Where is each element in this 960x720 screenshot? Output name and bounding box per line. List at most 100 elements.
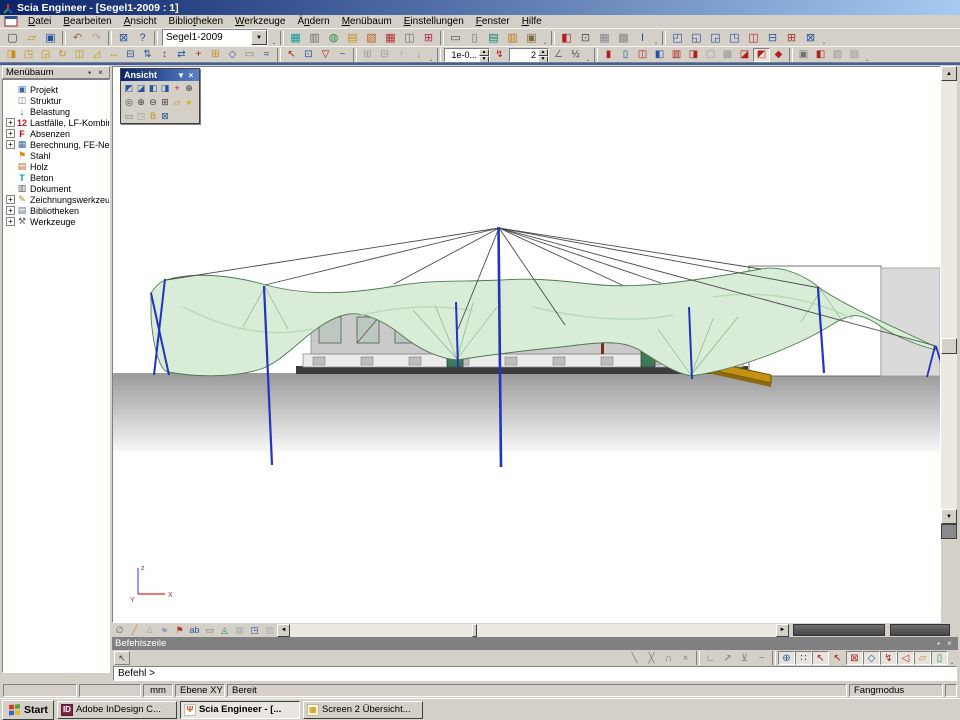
- snap-node-icon[interactable]: ↖: [829, 651, 846, 665]
- window-close-all-icon[interactable]: ⊠: [801, 30, 820, 46]
- redo-icon[interactable]: ↷: [87, 30, 106, 46]
- start-button[interactable]: Start: [2, 700, 54, 720]
- polyline-edit-icon[interactable]: ◇: [224, 48, 241, 62]
- copy-properties-icon[interactable]: ⊞: [359, 48, 376, 62]
- scale-spinner[interactable]: 1e-0... ▲▼: [444, 48, 490, 62]
- toolbar-overflow-dot[interactable]: .: [820, 30, 828, 46]
- grid-toggle-icon[interactable]: ▦: [232, 624, 247, 637]
- snap-polygon-icon[interactable]: ◇: [863, 651, 880, 665]
- expand-icon[interactable]: [6, 184, 15, 193]
- gallery-icon[interactable]: ▤: [484, 30, 503, 46]
- project-combobox[interactable]: Segel1-2009 ▼: [162, 29, 268, 46]
- layers-icon[interactable]: ▥: [305, 30, 324, 46]
- render-light-icon[interactable]: ●: [183, 96, 195, 108]
- expand-icon[interactable]: [6, 162, 15, 171]
- node-icon[interactable]: ◆: [770, 48, 787, 62]
- scroll-right-icon[interactable]: ►: [776, 624, 789, 637]
- task-screen2[interactable]: ▦ Screen 2 Übersicht...: [303, 701, 423, 719]
- close-icon[interactable]: ×: [186, 71, 196, 80]
- view-folder-icon[interactable]: ▱: [171, 96, 183, 108]
- palette-titlebar[interactable]: Ansicht ▼ ×: [121, 69, 199, 81]
- scroll-up-icon[interactable]: ▲: [941, 66, 957, 81]
- toolbar-overflow-dot[interactable]: .: [270, 30, 278, 46]
- send-back-icon[interactable]: ↓: [410, 48, 427, 62]
- expand-icon[interactable]: +: [6, 195, 15, 204]
- mirror-icon[interactable]: ◫: [71, 48, 88, 62]
- copy-icon[interactable]: ◳: [20, 48, 37, 62]
- menu-datei[interactable]: Datei: [22, 15, 57, 28]
- array-icon[interactable]: ⊞: [207, 48, 224, 62]
- snap-folder-icon[interactable]: ▱: [914, 651, 931, 665]
- tree-item-dokument[interactable]: ▥ Dokument: [3, 183, 109, 194]
- toolbar-overflow-dot[interactable]: .: [541, 30, 549, 46]
- menu-einstellungen[interactable]: Einstellungen: [398, 15, 470, 28]
- hatch-style-icon[interactable]: ▨: [829, 48, 846, 62]
- clipboard-icon[interactable]: B: [147, 110, 159, 122]
- rib-icon[interactable]: ▥: [668, 48, 685, 62]
- zoom-selection-icon[interactable]: ⊕: [183, 82, 195, 94]
- paste-properties-icon[interactable]: ⊟: [376, 48, 393, 62]
- document-menu-icon[interactable]: [4, 16, 19, 27]
- join-icon[interactable]: ⇄: [173, 48, 190, 62]
- view-axo-icon[interactable]: ◨: [159, 82, 171, 94]
- hatch-toggle-icon[interactable]: ▨: [262, 624, 277, 637]
- mesh-refine-icon[interactable]: ▩: [614, 30, 633, 46]
- shell-icon[interactable]: ◪: [736, 48, 753, 62]
- close-icon[interactable]: ×: [95, 67, 106, 78]
- calc-check-icon[interactable]: ⊡: [576, 30, 595, 46]
- snap-magnet-icon[interactable]: ⊕: [778, 651, 795, 665]
- column-icon[interactable]: ◫: [634, 48, 651, 62]
- view-walk-icon[interactable]: +: [171, 82, 183, 94]
- chevron-down-icon[interactable]: ▼: [176, 71, 186, 80]
- tree-item-projekt[interactable]: ▣ Projekt: [3, 84, 109, 95]
- view-window-icon[interactable]: ◳: [247, 624, 262, 637]
- open-icon[interactable]: ▱: [22, 30, 41, 46]
- save-view-icon[interactable]: ▣: [795, 48, 812, 62]
- member-2d-icon[interactable]: ▯: [617, 48, 634, 62]
- help-icon[interactable]: ?: [133, 30, 152, 46]
- catalog-icon[interactable]: ◫: [400, 30, 419, 46]
- snap-delete-icon[interactable]: ×: [677, 651, 694, 665]
- scale-icon[interactable]: ◿: [88, 48, 105, 62]
- expand-icon[interactable]: [6, 151, 15, 160]
- tree-item-belastung[interactable]: ↓ Belastung: [3, 106, 109, 117]
- tree-item-beton[interactable]: T Beton: [3, 172, 109, 183]
- status-unit[interactable]: mm: [143, 684, 173, 697]
- select-polygon-icon[interactable]: ▽: [317, 48, 334, 62]
- toolbar-overflow-dot[interactable]: .: [948, 650, 956, 666]
- load-doc-icon[interactable]: ▤: [343, 30, 362, 46]
- close-window-icon[interactable]: ⊠: [114, 30, 133, 46]
- export-calc-icon[interactable]: ◧: [812, 48, 829, 62]
- snap-midpoint-icon[interactable]: ⊻: [736, 651, 753, 665]
- view-x-icon[interactable]: ◩: [123, 82, 135, 94]
- pin-icon[interactable]: ▪: [933, 638, 944, 649]
- move-icon[interactable]: ◨: [3, 48, 20, 62]
- member-1d-icon[interactable]: ▮: [600, 48, 617, 62]
- project-manager-icon[interactable]: ▦: [286, 30, 305, 46]
- print-view-icon[interactable]: ▭: [123, 110, 135, 122]
- command-line-header[interactable]: Befehlszeile ▪ ×: [112, 637, 958, 650]
- load-panel-icon[interactable]: ◩: [753, 48, 770, 62]
- subregion-icon[interactable]: ▩: [719, 48, 736, 62]
- scrollbar-thumb[interactable]: [472, 624, 477, 637]
- globe-icon[interactable]: ◍: [324, 30, 343, 46]
- expand-icon[interactable]: +: [6, 129, 15, 138]
- snap-intersection-icon[interactable]: ⊠: [846, 651, 863, 665]
- menu-bearbeiten[interactable]: Bearbeiten: [57, 15, 117, 28]
- curve-edit-icon[interactable]: ≈: [258, 48, 275, 62]
- title-bar[interactable]: Scia Engineer - [Segel1-2009 : 1]: [0, 0, 960, 15]
- window-split-icon[interactable]: ⊟: [763, 30, 782, 46]
- spinner-up-icon[interactable]: ▲: [479, 49, 489, 56]
- break-icon[interactable]: ↕: [156, 48, 173, 62]
- window-new-icon[interactable]: ◫: [744, 30, 763, 46]
- window-arrange-icon[interactable]: ◳: [725, 30, 744, 46]
- tree-item-werkzeuge[interactable]: + ⚒ Werkzeuge: [3, 216, 109, 227]
- expand-icon[interactable]: +: [6, 206, 15, 215]
- tree-item-lastfaelle[interactable]: + 12 Lastfälle, LF-Kombination: [3, 117, 109, 128]
- tree-item-holz[interactable]: ▤ Holz: [3, 161, 109, 172]
- hatch-style2-icon[interactable]: ▧: [846, 48, 863, 62]
- count-spinner[interactable]: 2 ▲▼: [509, 48, 549, 62]
- rotate-icon[interactable]: ↻: [54, 48, 71, 62]
- material-box-icon[interactable]: ▧: [362, 30, 381, 46]
- status-plane[interactable]: Ebene XY: [175, 684, 225, 697]
